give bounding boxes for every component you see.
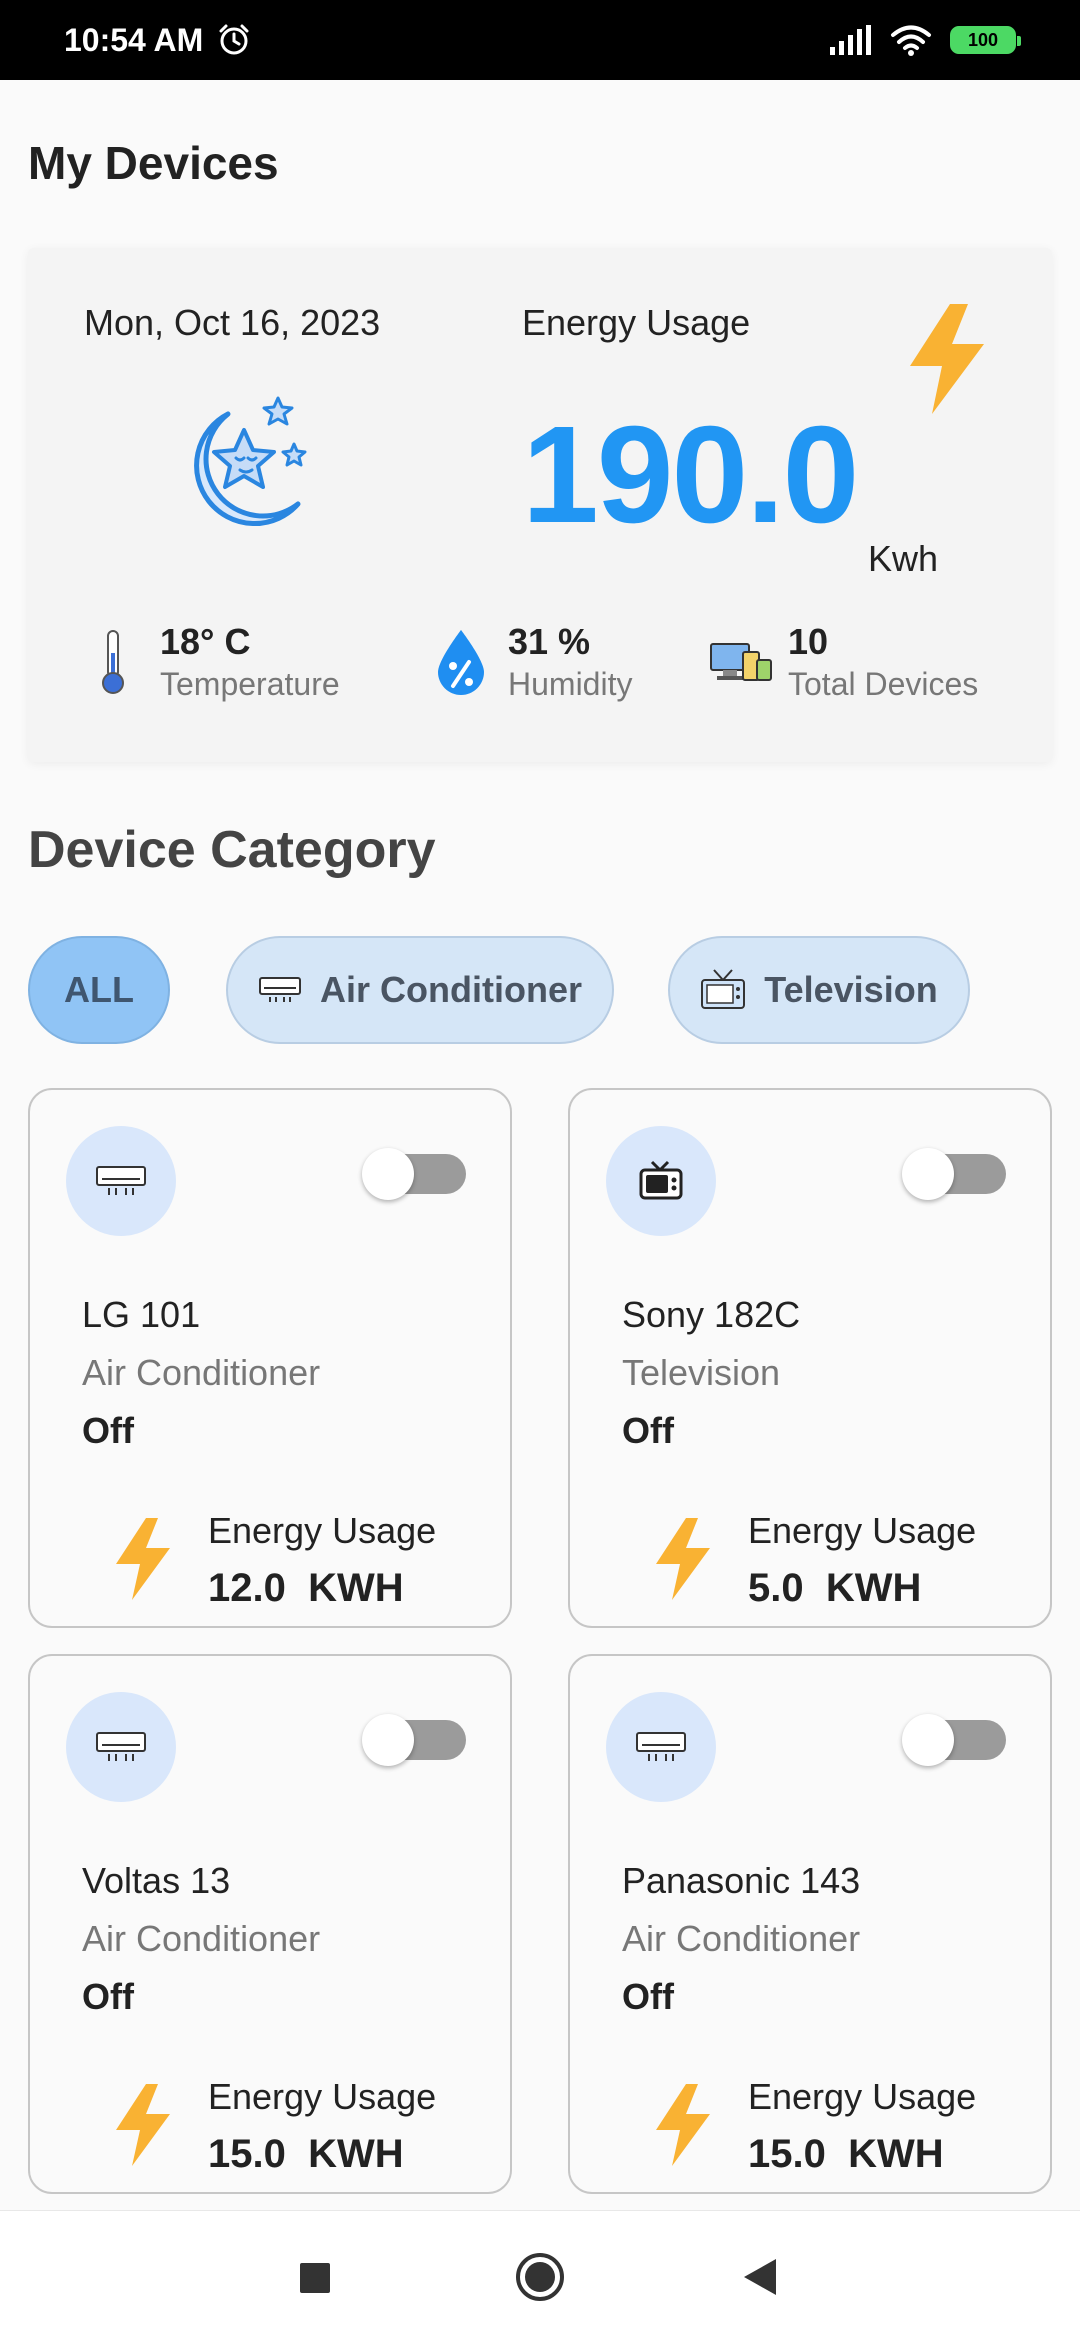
wifi-icon (891, 25, 931, 56)
device-name: Sony 182C (622, 1294, 801, 1335)
device-avatar (606, 1692, 716, 1802)
devices-icon (710, 643, 772, 681)
air-conditioner-icon (259, 977, 301, 1002)
air-conditioner-icon (96, 1166, 146, 1195)
humidity-drop-icon (438, 630, 484, 695)
status-bar: 10:54 AM 100 (0, 0, 1080, 80)
device-card[interactable]: Sony 182C Television Off Energy Usage 5.… (568, 1088, 1052, 1628)
device-state: Off (82, 1976, 134, 2017)
chip-all-label: ALL (64, 969, 134, 1010)
energy-usage-label: Energy Usage (748, 2076, 977, 2117)
back-triangle-icon[interactable] (742, 2257, 778, 2297)
temperature-value: 18° C (160, 621, 251, 662)
energy-summary-card: Mon, Oct 16, 2023 Energy Usage 190.0 Kwh… (28, 248, 1052, 762)
chip-air-conditioner-label: Air Conditioner (320, 969, 582, 1010)
alarm-icon (219, 24, 249, 55)
air-conditioner-icon (96, 1732, 146, 1761)
total-devices-label: Total Devices (788, 666, 979, 702)
device-name: Voltas 13 (82, 1860, 231, 1901)
humidity-value: 31 % (508, 621, 591, 662)
lightning-bolt-icon (656, 1518, 710, 1600)
signal-icon (830, 25, 871, 55)
energy-usage-label: Energy Usage (208, 2076, 437, 2117)
energy-usage-value: 15.0 KWH (208, 2132, 404, 2176)
device-type: Air Conditioner (82, 1352, 321, 1393)
device-power-toggle[interactable] (902, 1148, 1006, 1200)
device-card[interactable]: LG 101 Air Conditioner Off Energy Usage … (28, 1088, 512, 1628)
device-state: Off (82, 1410, 134, 1451)
energy-usage-label: Energy Usage (748, 1510, 977, 1551)
energy-usage-title: Energy Usage (522, 302, 751, 343)
recents-square-icon[interactable] (298, 2261, 332, 2295)
chip-television-label: Television (764, 969, 938, 1010)
chip-air-conditioner[interactable]: Air Conditioner (226, 936, 614, 1044)
humidity-label: Humidity (508, 666, 633, 702)
energy-usage-label: Energy Usage (208, 1510, 437, 1551)
lightning-bolt-icon (116, 2084, 170, 2166)
battery-icon: 100 (950, 26, 1021, 54)
device-category-title: Device Category (28, 821, 436, 879)
system-navigation-bar (0, 2210, 1080, 2340)
device-type: Television (622, 1352, 781, 1393)
energy-usage-value: 12.0 KWH (208, 1566, 404, 1610)
night-moon-stars-icon (194, 396, 307, 527)
chip-television[interactable]: Television (668, 936, 970, 1044)
device-power-toggle[interactable] (362, 1714, 466, 1766)
air-conditioner-icon (636, 1732, 686, 1761)
lightning-bolt-icon (910, 304, 984, 414)
status-time: 10:54 AM (64, 21, 204, 58)
device-card[interactable]: Panasonic 143 Air Conditioner Off Energy… (568, 1654, 1052, 2194)
current-date: Mon, Oct 16, 2023 (84, 302, 381, 343)
television-icon (701, 969, 746, 1009)
thermometer-icon (102, 630, 124, 694)
lightning-bolt-icon (116, 1518, 170, 1600)
device-power-toggle[interactable] (362, 1148, 466, 1200)
device-state: Off (622, 1410, 674, 1451)
total-devices-value: 10 (788, 621, 829, 662)
television-icon (639, 1160, 683, 1200)
chip-all[interactable]: ALL (28, 936, 170, 1044)
temperature-stat: 18° C Temperature (80, 620, 340, 704)
device-type: Air Conditioner (622, 1918, 861, 1959)
temperature-label: Temperature (160, 666, 340, 702)
energy-usage-value: 190.0 (522, 398, 859, 552)
energy-usage-value: 5.0 KWH (748, 1566, 922, 1610)
device-avatar (66, 1126, 176, 1236)
device-name: Panasonic 143 (622, 1860, 861, 1901)
device-avatar (606, 1126, 716, 1236)
humidity-stat: 31 % Humidity (428, 620, 632, 704)
device-name: LG 101 (82, 1294, 201, 1335)
energy-usage-unit: Kwh (868, 538, 939, 579)
device-power-toggle[interactable] (902, 1714, 1006, 1766)
device-state: Off (622, 1976, 674, 2017)
energy-usage-value: 15.0 KWH (748, 2132, 944, 2176)
page-title: My Devices (28, 137, 279, 189)
home-circle-icon[interactable] (514, 2251, 566, 2303)
lightning-bolt-icon (656, 2084, 710, 2166)
device-type: Air Conditioner (82, 1918, 321, 1959)
device-card[interactable]: Voltas 13 Air Conditioner Off Energy Usa… (28, 1654, 512, 2194)
device-avatar (66, 1692, 176, 1802)
total-devices-stat: 10 Total Devices (708, 620, 978, 704)
battery-level: 100 (967, 29, 999, 50)
